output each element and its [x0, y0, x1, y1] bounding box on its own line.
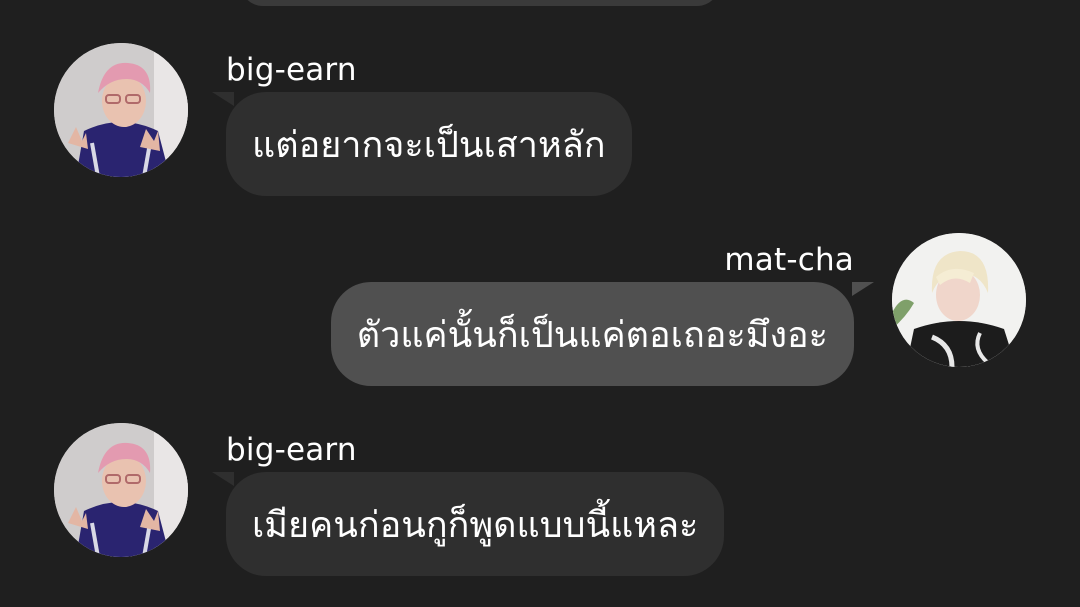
avatar-image — [54, 43, 188, 177]
message-text: ตัวแค่นั้นก็เป็นแค่ตอเถอะมึงอะ — [356, 314, 828, 356]
bubble-tail — [212, 472, 234, 486]
message-bubble[interactable]: เมียคนก่อนกูก็พูดแบบนี้แหละ — [226, 472, 725, 576]
message-bubble[interactable]: แต่อยากจะเป็นเสาหลัก — [226, 92, 632, 196]
chat-thread: big-earn แต่อยากจะเป็นเสาหลัก mat-cha ตั… — [0, 0, 1080, 607]
blonde-hair-avatar[interactable] — [892, 233, 1026, 367]
avatar-image — [54, 423, 188, 557]
message-text: เมียคนก่อนกูก็พูดแบบนี้แหละ — [252, 504, 699, 546]
message-text: แต่อยากจะเป็นเสาหลัก — [252, 124, 606, 166]
pink-hair-avatar[interactable] — [54, 423, 188, 557]
sender-name: big-earn — [226, 52, 357, 88]
sender-name: mat-cha — [724, 242, 854, 278]
message-bubble[interactable]: ตัวแค่นั้นก็เป็นแค่ตอเถอะมึงอะ — [330, 282, 854, 386]
sender-name: big-earn — [226, 432, 357, 468]
previous-message-bubble[interactable] — [240, 0, 720, 6]
pink-hair-avatar[interactable] — [54, 43, 188, 177]
bubble-tail — [852, 282, 874, 296]
avatar-image — [892, 233, 1026, 367]
bubble-tail — [212, 92, 234, 106]
